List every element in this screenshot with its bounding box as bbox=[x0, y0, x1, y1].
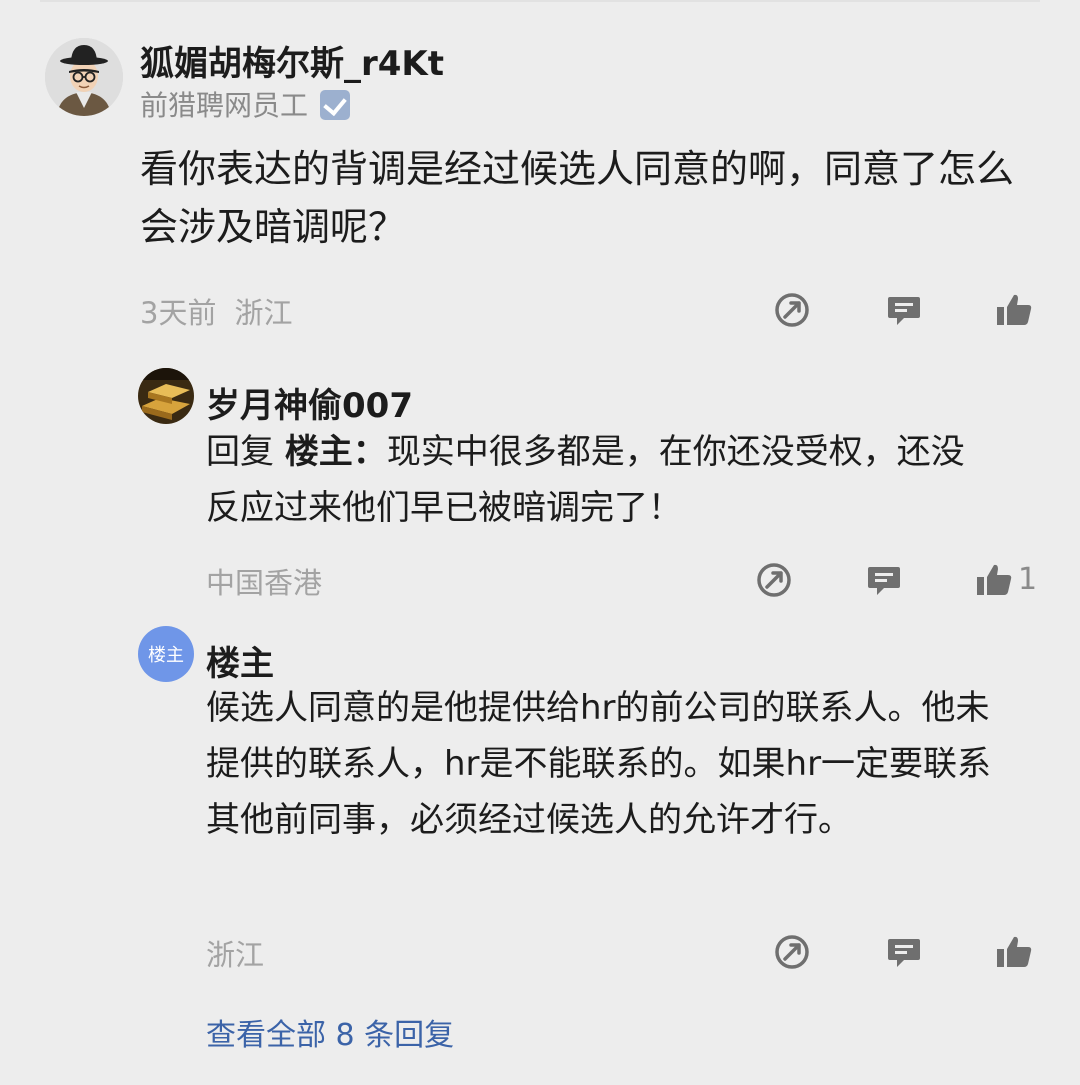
share-icon[interactable] bbox=[772, 932, 812, 972]
reply-location: 中国香港 bbox=[206, 566, 323, 600]
reply-text: 候选人同意的是他提供给hr的前公司的联系人。他未提供的联系人，hr是不能联系的。… bbox=[206, 688, 992, 840]
author-avatar[interactable] bbox=[45, 38, 123, 116]
reply-author[interactable]: 楼主 bbox=[206, 636, 274, 685]
share-icon[interactable] bbox=[772, 290, 812, 330]
view-all-replies-link[interactable]: 查看全部 8 条回复 bbox=[206, 1010, 454, 1054]
comment-time: 3天前 bbox=[140, 296, 217, 330]
reply-author[interactable]: 岁月神偷007 bbox=[206, 378, 413, 427]
comment-icon[interactable] bbox=[864, 560, 904, 600]
thumbs-up-icon[interactable] bbox=[974, 560, 1014, 600]
comment-icon[interactable] bbox=[884, 290, 924, 330]
reply-target[interactable]: 楼主： bbox=[285, 432, 387, 472]
thumbs-up-icon[interactable] bbox=[994, 932, 1034, 972]
comment-location: 浙江 bbox=[234, 296, 293, 330]
thumbs-up-icon[interactable] bbox=[994, 290, 1034, 330]
author-name[interactable]: 狐媚胡梅尔斯_r4Kt bbox=[140, 36, 444, 85]
author-title: 前猎聘网员工 bbox=[140, 84, 351, 124]
reply-avatar[interactable] bbox=[138, 368, 194, 424]
reply-avatar[interactable]: 楼主 bbox=[138, 626, 194, 682]
reply-location: 浙江 bbox=[206, 938, 265, 972]
comment-text: 看你表达的背调是经过候选人同意的啊，同意了怎么会涉及暗调呢？ bbox=[140, 147, 1015, 249]
reply-prefix: 回复 bbox=[206, 432, 274, 472]
author-title-text: 前猎聘网员工 bbox=[140, 89, 309, 122]
reply-text: 回复 楼主：现实中很多都是，在你还没受权，还没反应过来他们早已被暗调完了！ bbox=[206, 424, 996, 536]
verified-icon bbox=[320, 90, 351, 120]
comment-meta: 3天前 浙江 bbox=[140, 290, 292, 332]
comment-icon[interactable] bbox=[884, 932, 924, 972]
divider bbox=[40, 0, 1040, 2]
share-icon[interactable] bbox=[754, 560, 794, 600]
like-count: 1 bbox=[1018, 562, 1038, 597]
